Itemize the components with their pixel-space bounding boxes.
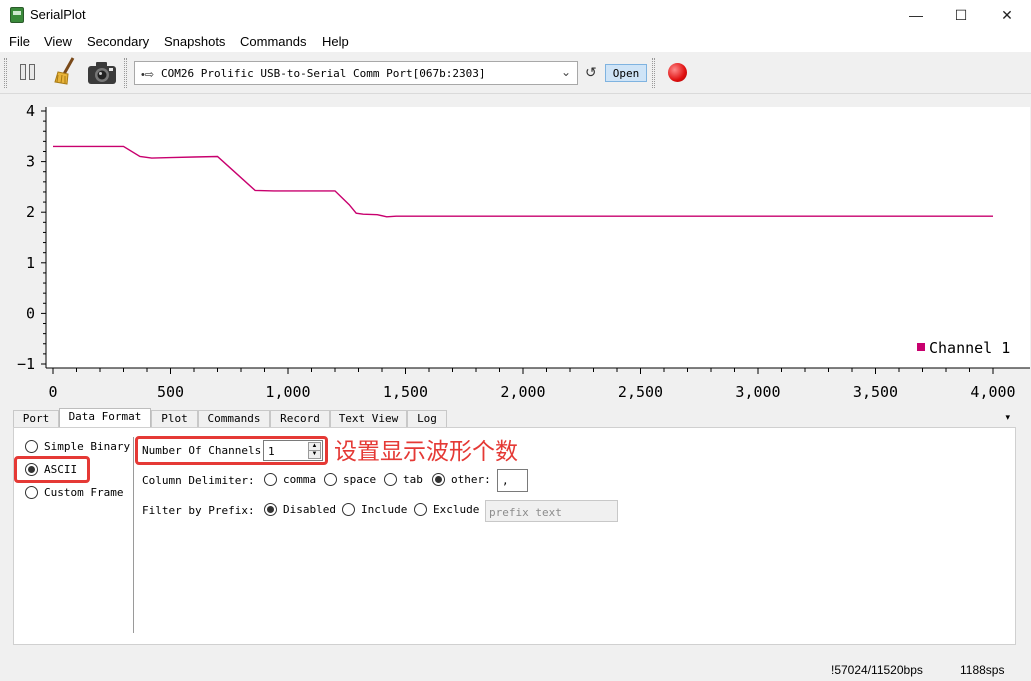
legend-swatch [917, 343, 925, 351]
x-tick-label: 3,000 [735, 383, 780, 401]
radio-space[interactable]: space [324, 473, 376, 486]
broom-icon[interactable] [53, 56, 79, 86]
refresh-icon[interactable]: ↺ [585, 64, 597, 81]
open-button[interactable]: Open [605, 64, 647, 82]
panel-divider [133, 437, 134, 633]
menu-secondary[interactable]: Secondary [87, 34, 149, 49]
tab-commands[interactable]: Commands [198, 410, 270, 428]
toolbar-grip[interactable] [4, 58, 7, 88]
radio-icon[interactable] [432, 473, 445, 486]
x-tick-label: 3,500 [853, 383, 898, 401]
status-bps: !57024/11520bps [831, 663, 923, 677]
tab-record[interactable]: Record [270, 410, 330, 428]
y-tick-label: 1 [26, 254, 35, 272]
record-icon[interactable] [668, 63, 687, 82]
plot-background [46, 107, 1030, 368]
x-tick-label: 1,500 [383, 383, 428, 401]
delimiter-input[interactable]: , [497, 469, 528, 492]
tab-plot[interactable]: Plot [151, 410, 198, 428]
legend-label: Channel 1 [929, 339, 1010, 357]
annotation-text: 设置显示波形个数 [334, 439, 518, 465]
radio-icon[interactable] [264, 503, 277, 516]
radio-icon[interactable] [324, 473, 337, 486]
y-tick-group: 4 3 2 1 0 −1 [17, 102, 46, 373]
toolbar-grip[interactable] [652, 58, 655, 88]
menu-help[interactable]: Help [322, 34, 349, 49]
radio-include[interactable]: Include [342, 503, 407, 516]
tab-data-format[interactable]: Data Format [59, 408, 151, 429]
title-bar: SerialPlot — ☐ ✕ [0, 0, 1031, 30]
maximize-button[interactable]: ☐ [938, 0, 984, 30]
menu-bar: File View Secondary Snapshots Commands H… [0, 30, 1031, 52]
x-tick-label: 2,500 [618, 383, 663, 401]
y-tick-label: 2 [26, 203, 35, 221]
menu-file[interactable]: File [9, 34, 30, 49]
menu-snapshots[interactable]: Snapshots [164, 34, 225, 49]
tab-overflow-icon[interactable]: ▾ [1005, 412, 1010, 423]
y-tick-label: 0 [26, 304, 35, 322]
radio-icon[interactable] [414, 503, 427, 516]
radio-comma[interactable]: comma [264, 473, 316, 486]
tab-bar: Port Data Format Plot Commands Record Te… [13, 408, 1016, 429]
radio-icon[interactable] [25, 440, 38, 453]
radio-exclude[interactable]: Exclude [414, 503, 479, 516]
prefix-input: prefix text [485, 500, 618, 522]
minimize-button[interactable]: — [893, 0, 939, 30]
status-sps: 1188sps [960, 663, 1005, 677]
tab-text-view[interactable]: Text View [330, 410, 407, 428]
port-select[interactable]: •⇨ COM26 Prolific USB-to-Serial Comm Por… [134, 61, 578, 85]
radio-simple-binary[interactable]: Simple Binary [25, 440, 130, 453]
radio-tab[interactable]: tab [384, 473, 423, 486]
radio-icon[interactable] [264, 473, 277, 486]
radio-icon[interactable] [25, 486, 38, 499]
delimiter-label: Column Delimiter: [142, 474, 255, 487]
plot-area[interactable]: 4 3 2 1 0 −1 0 500 1,000 1,500 2,000 2,500 3,000 3,5… [0, 95, 1031, 407]
pause-icon[interactable] [20, 64, 38, 82]
menu-commands[interactable]: Commands [240, 34, 306, 49]
x-tick-group: 0 500 1,000 1,500 2,000 2,500 3,000 3,500 4,000 [48, 368, 1016, 401]
port-select-value: COM26 Prolific USB-to-Serial Comm Port[0… [161, 67, 486, 80]
x-tick-label: 1,000 [265, 383, 310, 401]
y-tick-label: 4 [26, 102, 35, 120]
x-tick-label: 2,000 [500, 383, 545, 401]
tab-log[interactable]: Log [407, 410, 447, 428]
radio-custom-frame[interactable]: Custom Frame [25, 486, 123, 499]
usb-icon: •⇨ [141, 69, 155, 81]
radio-other[interactable]: other: [432, 473, 491, 486]
camera-icon[interactable] [87, 58, 117, 86]
y-tick-label: 3 [26, 153, 35, 171]
plot-canvas[interactable]: 4 3 2 1 0 −1 0 500 1,000 1,500 2,000 2,500 3,000 3,5… [0, 95, 1031, 407]
window-title: SerialPlot [30, 7, 86, 22]
radio-disabled[interactable]: Disabled [264, 503, 336, 516]
app-icon [10, 7, 24, 23]
radio-icon[interactable] [342, 503, 355, 516]
tab-port[interactable]: Port [13, 410, 59, 428]
x-tick-label: 500 [157, 383, 184, 401]
annotation-box-ascii [14, 456, 90, 483]
menu-view[interactable]: View [44, 34, 72, 49]
x-tick-label: 0 [48, 383, 57, 401]
toolbar-grip[interactable] [124, 58, 127, 88]
x-tick-label: 4,000 [970, 383, 1015, 401]
prefix-label: Filter by Prefix: [142, 504, 255, 517]
status-bar: !57024/11520bps 1188sps [0, 656, 1031, 681]
close-button[interactable]: ✕ [984, 0, 1030, 30]
y-tick-label: −1 [17, 355, 35, 373]
annotation-box-channels [135, 436, 328, 465]
chevron-down-icon[interactable]: ⌄ [561, 65, 571, 79]
radio-icon[interactable] [384, 473, 397, 486]
